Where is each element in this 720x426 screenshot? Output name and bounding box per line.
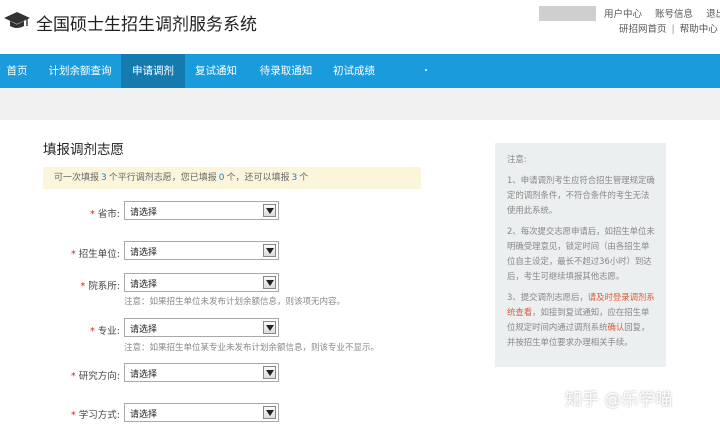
select-value: 请选择 bbox=[130, 410, 158, 420]
select-value: 请选择 bbox=[130, 280, 158, 290]
label-text: 研究方向: bbox=[78, 371, 120, 382]
nav-plan-balance[interactable]: 计划余额查询 bbox=[41, 54, 119, 88]
label-text: 院系所: bbox=[88, 281, 120, 292]
notes-panel: 注意: 1、申请调剂考生应符合招生管理规定确定的调剂条件，不符合条件的考生无法使… bbox=[495, 143, 666, 367]
notice-middle1: 个平行调剂志愿，您已填报 bbox=[108, 173, 217, 183]
header: 全国硕士生招生调剂服务系统 用户中心 账号信息 退出 研招网首页 | 帮助中心 bbox=[0, 0, 720, 54]
notice-suffix: 个 bbox=[299, 173, 309, 183]
notes-title: 注意: bbox=[507, 154, 527, 164]
chevron-down-icon bbox=[263, 366, 276, 379]
note-item-1: 1、申请调剂考生应符合招生管理规定确定的调剂条件，不符合条件的考生无法使用此系统… bbox=[507, 175, 655, 215]
nav-exam-scores[interactable]: 初试成绩 bbox=[326, 54, 382, 88]
institution-select[interactable]: 请选择 bbox=[124, 241, 279, 260]
chevron-down-icon bbox=[263, 406, 276, 419]
province-select[interactable]: 请选择 bbox=[124, 201, 279, 220]
label-text: 学习方式: bbox=[78, 410, 120, 421]
nav-admission-notice[interactable]: 待录取通知 bbox=[252, 54, 320, 88]
label-text: 招生单位: bbox=[78, 249, 120, 260]
nav-marker bbox=[425, 69, 427, 71]
site-title: 全国硕士生招生调剂服务系统 bbox=[36, 15, 257, 35]
study-mode-label: * 学习方式: bbox=[40, 407, 120, 421]
note-item-2: 2、每次提交志愿申请后，如招生单位未明确受理意见，锁定时间（由各招生单位自主设定… bbox=[507, 226, 655, 281]
user-center-link[interactable]: 用户中心 bbox=[604, 9, 642, 20]
label-text: 省市: bbox=[97, 209, 120, 220]
main-nav: 首页 计划余额查询 申请调剂 复试通知 待录取通知 初试成绩 bbox=[0, 54, 720, 88]
parallel-count: 3 bbox=[101, 173, 107, 183]
watermark: 知乎 @乐学喵 bbox=[565, 390, 673, 410]
notice-prefix: 可一次填报 bbox=[54, 173, 100, 183]
logout-link[interactable]: 退出 bbox=[706, 9, 720, 20]
major-label: * 专业: bbox=[40, 323, 120, 337]
username-redacted bbox=[539, 6, 596, 21]
top-links-row2: 研招网首页 | 帮助中心 bbox=[619, 21, 718, 35]
institution-label: * 招生单位: bbox=[40, 246, 120, 260]
remaining-count: 3 bbox=[291, 173, 298, 183]
chevron-down-icon bbox=[263, 204, 276, 217]
top-links-row1: 用户中心 账号信息 退出 bbox=[604, 6, 720, 20]
major-hint: 注意：如果招生单位某专业未发布计划余额信息，则该专业不显示。 bbox=[124, 343, 380, 353]
required-mark: * bbox=[80, 281, 86, 292]
select-value: 请选择 bbox=[130, 325, 158, 335]
note-text: 3、提交调剂志愿后， bbox=[507, 292, 588, 302]
page: 全国硕士生招生调剂服务系统 用户中心 账号信息 退出 研招网首页 | 帮助中心 … bbox=[0, 0, 720, 426]
graduation-cap-icon bbox=[4, 12, 30, 28]
content-area: 填报调剂志愿 可一次填报 3 个平行调剂志愿，您已填报 0 个，还可以填报 3 个 * 省市:… bbox=[0, 120, 720, 426]
research-direction-select[interactable]: 请选择 bbox=[124, 363, 279, 382]
nav-retest-notice[interactable]: 复试通知 bbox=[187, 54, 245, 88]
department-hint: 注意：如果招生单位未发布计划余额信息，则该项无内容。 bbox=[124, 297, 346, 307]
nav-home[interactable]: 首页 bbox=[0, 54, 34, 88]
notice-middle2: 个，还可以填报 bbox=[226, 173, 290, 183]
chevron-down-icon bbox=[263, 244, 276, 257]
yanzhao-home-link[interactable]: 研招网首页 bbox=[619, 24, 667, 35]
select-value: 请选择 bbox=[130, 370, 158, 380]
note-item-3: 3、提交调剂志愿后，请及时登录调剂系统查看，如接到复试通知，应在招生单位规定时间… bbox=[507, 290, 656, 350]
select-value: 请选择 bbox=[130, 208, 158, 218]
department-label: * 院系所: bbox=[40, 278, 120, 292]
required-mark: * bbox=[71, 410, 76, 421]
divider: | bbox=[671, 24, 675, 35]
required-mark: * bbox=[90, 326, 95, 337]
quota-notice: 可一次填报 3 个平行调剂志愿，您已填报 0 个，还可以填报 3 个 bbox=[43, 167, 421, 189]
required-mark: * bbox=[71, 249, 76, 260]
nav-apply-adjustment[interactable]: 申请调剂 bbox=[121, 54, 185, 88]
select-value: 请选择 bbox=[130, 248, 158, 258]
account-info-link[interactable]: 账号信息 bbox=[655, 9, 693, 20]
major-select[interactable]: 请选择 bbox=[124, 318, 279, 337]
help-center-link[interactable]: 帮助中心 bbox=[680, 24, 718, 35]
label-text: 专业: bbox=[97, 326, 120, 337]
province-label: * 省市: bbox=[40, 206, 120, 220]
study-mode-select[interactable]: 请选择 bbox=[124, 403, 279, 422]
research-direction-label: * 研究方向: bbox=[40, 368, 120, 382]
note-highlight: 确认 bbox=[607, 322, 625, 332]
required-mark: * bbox=[71, 371, 76, 382]
chevron-down-icon bbox=[263, 321, 276, 334]
form-title: 填报调剂志愿 bbox=[43, 142, 124, 158]
department-select[interactable]: 请选择 bbox=[124, 273, 279, 292]
chevron-down-icon bbox=[263, 276, 276, 289]
required-mark: * bbox=[90, 209, 95, 220]
filled-count: 0 bbox=[218, 173, 225, 183]
